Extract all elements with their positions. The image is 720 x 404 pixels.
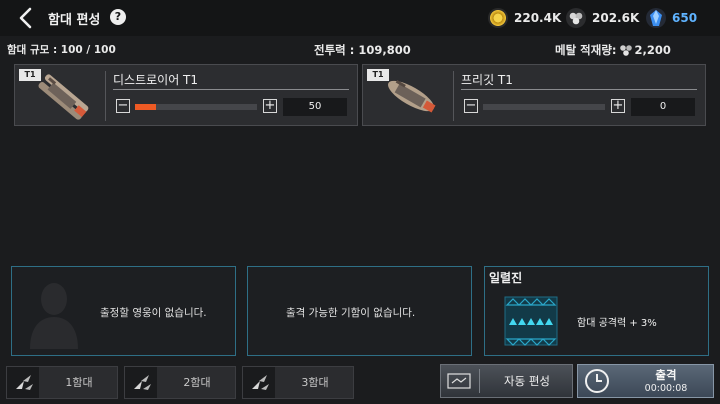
ship-count-field[interactable]: 0 (631, 98, 695, 116)
formation-effect: 함대 공격력 + 3% (577, 318, 657, 329)
quantity-slider[interactable] (135, 104, 257, 110)
formation-title: 일렬진 (489, 271, 523, 285)
divider (105, 71, 106, 121)
decrease-button[interactable]: − (464, 99, 478, 113)
name-underline (113, 89, 349, 90)
combat-power-label: 전투력 : 109,800 (314, 43, 411, 57)
sortie-label: 출격 (655, 368, 677, 382)
auto-formation-label: 자동 편성 (504, 374, 550, 388)
auto-formation-button[interactable]: 자동 편성 (440, 364, 573, 398)
ship-card-destroyer[interactable]: T1 디스트로이어 T1 − + 50 (14, 64, 358, 126)
fleet-icon (125, 367, 157, 398)
metal-load-value: 2,200 (634, 43, 671, 57)
fleet-tab-label: 3함대 (301, 376, 329, 389)
auto-formation-icon (447, 373, 471, 389)
name-underline (461, 89, 697, 90)
gem-amount: 650 (672, 11, 698, 25)
gold-coin-icon (488, 8, 508, 28)
ship-name: 디스트로이어 T1 (113, 73, 199, 87)
fleet-tab-label: 2함대 (183, 376, 211, 389)
hero-slot-panel[interactable]: 출정할 영웅이 없습니다. (11, 266, 236, 356)
tier-badge: T1 (19, 69, 41, 81)
metal-icon (619, 45, 632, 56)
metal-load: 메탈 적재량: 2,200 (555, 42, 671, 58)
gem-icon (646, 8, 666, 28)
tier-badge: T1 (367, 69, 389, 81)
no-flagship-message: 출격 가능한 기함이 없습니다. (286, 307, 416, 319)
hero-silhouette-icon (30, 283, 78, 349)
fleet-tab-label: 1함대 (65, 376, 93, 389)
increase-button[interactable]: + (263, 99, 277, 113)
ship-count-field[interactable]: 50 (283, 98, 347, 116)
back-arrow-icon[interactable] (14, 6, 38, 30)
line-formation-icon (504, 296, 558, 346)
quantity-slider[interactable] (483, 104, 605, 110)
divider (453, 71, 454, 121)
page-title: 함대 편성 (48, 13, 101, 28)
increase-button[interactable]: + (611, 99, 625, 113)
gold-resource[interactable]: 220.4K (488, 7, 561, 29)
ship-name: 프리깃 T1 (461, 73, 513, 87)
quantity-slider-fill (135, 104, 156, 110)
metal-resource[interactable]: 202.6K (566, 7, 639, 29)
fleet-tab-1[interactable]: 1함대 (6, 366, 118, 399)
fleet-icon (243, 367, 275, 398)
top-bar: 함대 편성 ? 220.4K 202.6K 650 (0, 0, 720, 36)
metal-load-label: 메탈 적재량: (555, 43, 617, 57)
decrease-button[interactable]: − (116, 99, 130, 113)
help-icon[interactable]: ? (110, 9, 126, 25)
divider (479, 369, 480, 393)
ship-card-frigate[interactable]: T1 프리깃 T1 − + 0 (362, 64, 706, 126)
metal-amount: 202.6K (592, 11, 640, 25)
fleet-tab-3[interactable]: 3함대 (242, 366, 354, 399)
no-hero-message: 출정할 영웅이 없습니다. (100, 307, 207, 319)
sortie-timer: 00:00:08 (644, 383, 688, 394)
sortie-button[interactable]: 출격 00:00:08 (577, 364, 714, 398)
fleet-size-label: 함대 규모 : 100 / 100 (7, 44, 116, 56)
clock-icon (585, 369, 609, 393)
fleet-icon (7, 367, 39, 398)
flagship-slot-panel[interactable]: 출격 가능한 기함이 없습니다. (247, 266, 472, 356)
fleet-tab-2[interactable]: 2함대 (124, 366, 236, 399)
formation-panel[interactable]: 일렬진 함대 공격력 + 3% (484, 266, 709, 356)
gold-amount: 220.4K (514, 11, 562, 25)
metal-icon (566, 8, 586, 28)
gem-resource[interactable]: 650 (646, 7, 697, 29)
